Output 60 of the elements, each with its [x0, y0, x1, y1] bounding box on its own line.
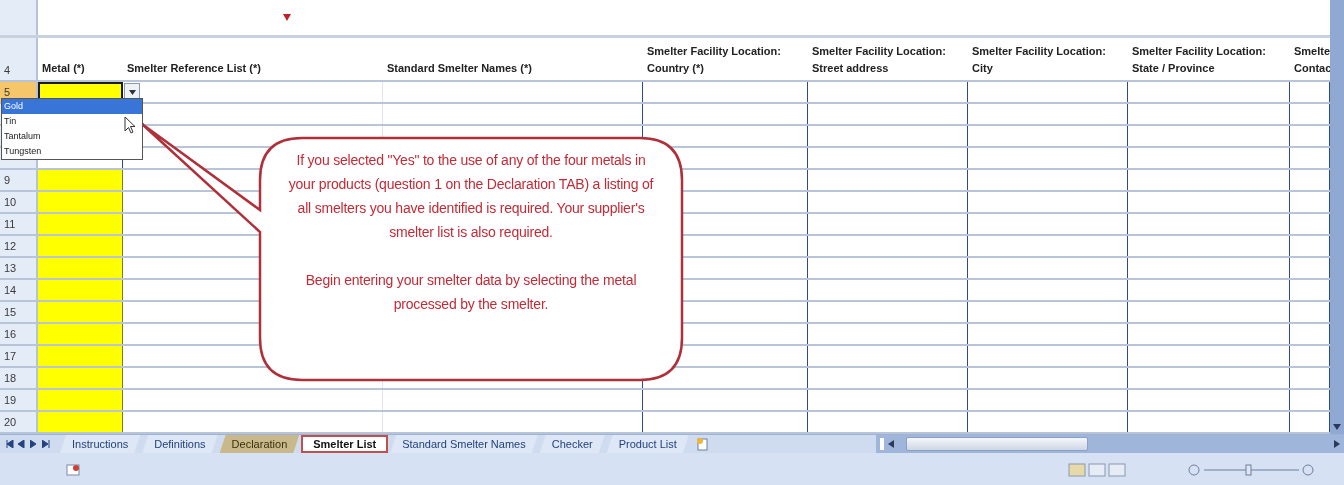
metal-cell[interactable] [38, 280, 123, 300]
mouse-cursor-icon [124, 116, 136, 134]
row-number[interactable]: 20 [0, 412, 38, 432]
callout-text: Begin entering your smelter data by selecting the metal processed by the smelter. [304, 271, 638, 314]
horizontal-scrollbar[interactable] [876, 435, 1344, 453]
metal-cell[interactable] [38, 324, 123, 344]
metal-cell[interactable] [38, 346, 123, 366]
down-arrow-icon[interactable] [1333, 424, 1341, 430]
column-header: Metal (*) [41, 61, 86, 76]
dropdown-option[interactable]: Tin [2, 114, 142, 129]
dropdown-option[interactable]: Tantalum [2, 129, 142, 144]
metal-cell[interactable] [38, 302, 123, 322]
caret-icon [128, 89, 136, 95]
row-number: 4 [0, 38, 38, 80]
sheet-tab[interactable]: Instructions [60, 435, 141, 453]
row-number[interactable]: 9 [0, 170, 38, 190]
sheet-nav-icon[interactable] [6, 440, 14, 448]
row-number[interactable]: 10 [0, 192, 38, 212]
metal-cell[interactable] [38, 258, 123, 278]
right-arrow-icon[interactable] [1334, 440, 1340, 448]
row-number[interactable]: 14 [0, 280, 38, 300]
column-header: Smelter Facility Location: City [971, 44, 1107, 76]
sheet-tab[interactable]: Checker [539, 435, 605, 453]
dropdown-option[interactable]: Tungsten [2, 144, 142, 159]
column-header: Smelter Facility Location: State / Province [1131, 44, 1267, 76]
dropdown-option[interactable]: Gold [2, 99, 142, 114]
sheet-tab[interactable]: Product List [606, 435, 689, 453]
row-number[interactable]: 19 [0, 390, 38, 410]
view-buttons-icon[interactable] [1068, 462, 1126, 477]
sheet-tab[interactable]: Standard Smelter Names [390, 435, 538, 453]
insert-sheet-icon[interactable] [694, 437, 711, 451]
row-number[interactable]: 16 [0, 324, 38, 344]
sheet-tab[interactable]: Definitions [142, 435, 218, 453]
metal-cell[interactable] [38, 390, 123, 410]
row-number[interactable]: 18 [0, 368, 38, 388]
sheet-nav-icon[interactable] [42, 440, 50, 448]
metal-cell[interactable] [38, 236, 123, 256]
comment-marker-icon [283, 14, 291, 21]
metal-cell[interactable] [38, 170, 123, 190]
callout-text: If you selected "Yes" to the use of any of the four metals in your products (question 1 on the Declaration TAB) a listing of all smelters you have identified is required. Your supplier's smelter list is also required. [287, 151, 655, 242]
row-header-background [0, 0, 38, 35]
sheet-tab[interactable]: Declaration [219, 435, 300, 453]
row-number[interactable]: 17 [0, 346, 38, 366]
metal-cell[interactable] [38, 412, 123, 432]
vertical-scrollbar[interactable] [1330, 0, 1344, 434]
metal-cell[interactable] [38, 368, 123, 388]
column-header: Smelter Facility Location: Country (*) [646, 44, 782, 76]
sheet-tab[interactable]: Smelter List [301, 435, 389, 453]
row-number[interactable]: 13 [0, 258, 38, 278]
column-header: Standard Smelter Names (*) [386, 61, 533, 76]
row-number[interactable]: 12 [0, 236, 38, 256]
metal-cell[interactable] [38, 192, 123, 212]
row-number[interactable]: 11 [0, 214, 38, 234]
macro-record-icon[interactable] [66, 463, 80, 476]
row-number[interactable]: 15 [0, 302, 38, 322]
split-handle-icon[interactable] [880, 438, 884, 450]
left-arrow-icon[interactable] [888, 440, 894, 448]
column-header: Smelter Facility Location: Street address [811, 44, 947, 76]
column-header: Smelter Reference List (*) [126, 61, 262, 76]
metal-cell[interactable] [38, 214, 123, 234]
